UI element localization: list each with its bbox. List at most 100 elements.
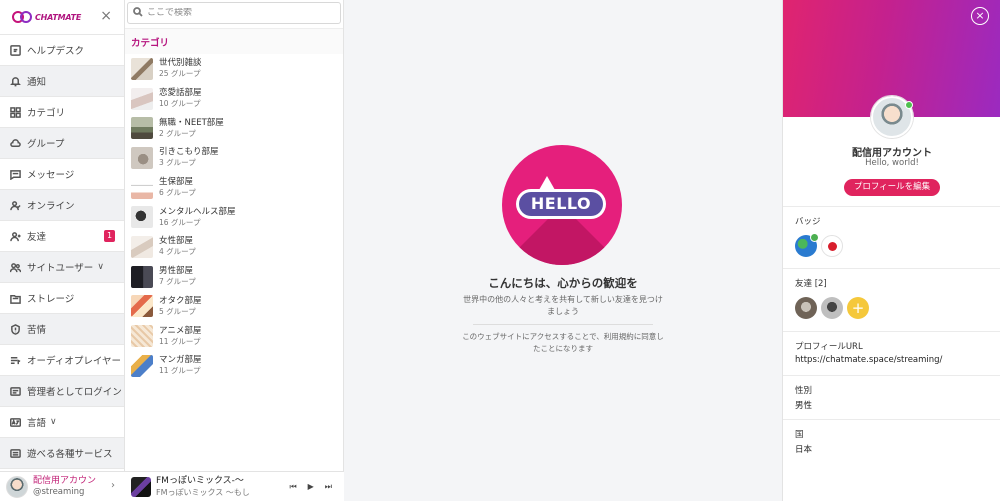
category-count: 4 グループ	[159, 247, 196, 257]
sidebar-item-helpdesk[interactable]: ヘルプデスク	[0, 35, 124, 66]
category-item[interactable]: オタク部屋 5 グループ	[131, 292, 343, 322]
category-item[interactable]: アニメ部屋 11 グループ	[131, 321, 343, 351]
hello-text: HELLO	[530, 194, 592, 213]
friend-avatar[interactable]	[795, 297, 817, 319]
bell-icon	[9, 75, 21, 87]
sidebar-item-notifications[interactable]: 通知	[0, 66, 124, 97]
country-section: 国 日本	[783, 419, 1000, 469]
sidebar-item-label: メッセージ	[27, 170, 75, 181]
category-name: アニメ部屋	[159, 325, 202, 336]
close-button[interactable]: ×	[971, 7, 989, 25]
sidebar-item-friends[interactable]: 友達 1	[0, 221, 124, 252]
sidebar-item-storage[interactable]: ストレージ	[0, 283, 124, 314]
category-name: マンガ部屋	[159, 355, 202, 366]
category-thumbnail	[131, 117, 153, 140]
category-item[interactable]: メンタルヘルス部屋 16 グループ	[131, 202, 343, 232]
sidebar-item-label: オーディオプレイヤー	[27, 356, 122, 367]
badges-section: バッジ	[783, 206, 1000, 268]
welcome-title: こんにちは、心からの歓迎を	[488, 276, 638, 290]
category-name: 無職・NEET部屋	[159, 117, 224, 128]
category-name: 生保部屋	[159, 177, 194, 188]
search-box	[127, 2, 341, 24]
sidebar-menu: ヘルプデスク 通知 カテゴリ グループ メッセージ オンライン 友達 1 サイト…	[0, 34, 124, 469]
online-status-dot	[905, 101, 913, 109]
main-content: HELLO こんにちは、心からの歓迎を 世界中の他の人々と考えを共有して新しい友…	[344, 0, 782, 501]
category-item[interactable]: 生保部屋 6 グループ	[131, 173, 343, 203]
japan-flag-badge-icon[interactable]	[821, 235, 843, 257]
category-count: 6 グループ	[159, 188, 196, 198]
profile-url-section: プロフィールURL https://chatmate.space/streami…	[783, 331, 1000, 375]
current-user[interactable]: 配信用アカウン @streaming ›	[0, 471, 125, 501]
category-count: 16 グループ	[159, 217, 201, 227]
sidebar-item-admin-login[interactable]: 管理者としてログイン	[0, 376, 124, 407]
sidebar-item-label: ストレージ	[27, 294, 75, 305]
category-name: オタク部屋	[159, 295, 202, 306]
sidebar-item-label: 友達	[27, 232, 47, 243]
add-friend-icon[interactable]: +	[847, 297, 869, 319]
category-count: 11 グループ	[159, 336, 201, 346]
category-item[interactable]: 恋愛話部屋 10 グループ	[131, 84, 343, 114]
category-count: 7 グループ	[159, 277, 196, 287]
category-name: 世代別雑談	[159, 58, 202, 69]
category-thumbnail	[131, 265, 153, 288]
user-handle: @streaming	[33, 486, 85, 497]
search-input[interactable]	[147, 8, 327, 18]
gender-value: 男性	[795, 401, 813, 411]
sidebar-item-label: グループ	[27, 139, 65, 150]
sidebar-item-label: 通知	[27, 77, 47, 88]
sidebar-item-services[interactable]: 遊べる各種サービス	[0, 438, 124, 469]
globe-badge-icon[interactable]	[795, 233, 819, 257]
profile-url-label: プロフィールURL	[795, 342, 863, 352]
track-subtitle: FMっぽいミックス 〜もし	[156, 487, 250, 497]
terms-notice: このウェブサイトにアクセスすることで、利用規約に同意したことになります	[462, 332, 664, 353]
shield-icon	[9, 323, 21, 335]
sidebar-item-label: ヘルプデスク	[27, 46, 85, 57]
category-item[interactable]: 女性部屋 4 グループ	[131, 232, 343, 262]
divider	[473, 324, 653, 325]
close-sidebar-icon[interactable]: ×	[100, 9, 112, 23]
category-count: 25 グループ	[159, 69, 201, 79]
sidebar-item-site-users[interactable]: サイトユーザー ∨	[0, 252, 124, 283]
category-name: 男性部屋	[159, 266, 194, 277]
sidebar-item-complaints[interactable]: 苦情	[0, 314, 124, 345]
services-icon	[9, 447, 21, 459]
user-check-icon	[9, 199, 21, 211]
grid-icon	[9, 106, 21, 118]
sidebar-item-audio-player[interactable]: オーディオプレイヤー	[0, 345, 124, 376]
next-icon[interactable]: ⏭	[325, 482, 332, 492]
category-item[interactable]: 引きこもり部屋 3 グループ	[131, 143, 343, 173]
sidebar-item-language[interactable]: 言語 ∨	[0, 407, 124, 438]
friend-avatar[interactable]	[821, 297, 843, 319]
category-item[interactable]: 無職・NEET部屋 2 グループ	[131, 113, 343, 143]
category-list: 世代別雑談 25 グループ 恋愛話部屋 10 グループ 無職・NEET部屋 2 グルー…	[125, 54, 343, 381]
help-icon	[9, 44, 21, 56]
category-count: 3 グループ	[159, 158, 196, 168]
category-count: 2 グループ	[159, 128, 196, 138]
sidebar-item-groups[interactable]: グループ	[0, 128, 124, 159]
gender-section: 性別 男性	[783, 375, 1000, 419]
category-thumbnail	[131, 354, 153, 377]
category-item[interactable]: 世代別雑談 25 グループ	[131, 54, 343, 84]
cloud-icon	[9, 137, 21, 149]
storage-icon	[9, 292, 21, 304]
album-art	[131, 476, 151, 497]
chevron-right-icon: ›	[111, 480, 115, 491]
edit-profile-button[interactable]: プロフィールを編集	[844, 179, 940, 196]
profile-url-value[interactable]: https://chatmate.space/streaming/	[795, 355, 1000, 365]
play-icon[interactable]: ▶	[308, 482, 314, 492]
sidebar-item-categories[interactable]: カテゴリ	[0, 97, 124, 128]
sidebar-item-label: カテゴリ	[27, 108, 66, 119]
category-item[interactable]: マンガ部屋 11 グループ	[131, 351, 343, 381]
avatar	[6, 475, 28, 498]
category-thumbnail	[131, 325, 153, 348]
sidebar-item-online[interactable]: オンライン	[0, 190, 124, 221]
category-count: 10 グループ	[159, 99, 201, 109]
sidebar-item-messages[interactable]: メッセージ	[0, 159, 124, 190]
sidebar-item-label: 苦情	[27, 325, 47, 336]
track-title: FMっぽいミックス-〜	[156, 475, 244, 486]
logo-icon	[12, 10, 32, 24]
playlist-icon	[9, 354, 21, 366]
previous-icon[interactable]: ⏮	[289, 482, 296, 492]
friends-section: 友達 [2] +	[783, 268, 1000, 331]
category-item[interactable]: 男性部屋 7 グループ	[131, 262, 343, 292]
